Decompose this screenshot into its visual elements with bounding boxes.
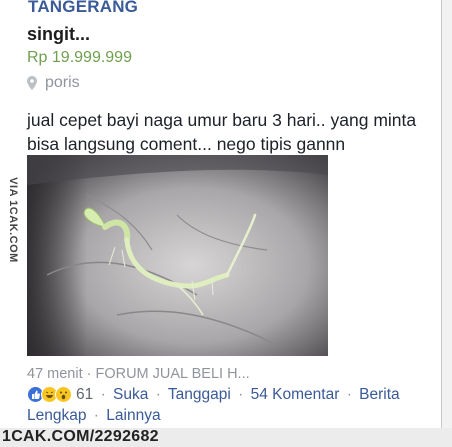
meta-separator: · — [86, 366, 92, 382]
more-link[interactable]: Lainnya — [106, 407, 160, 424]
reaction-count[interactable]: 61 — [76, 386, 93, 403]
post-meta: 47 menit · FORUM JUAL BELI H... — [27, 366, 250, 382]
comments-link[interactable]: 54 Komentar — [251, 386, 340, 403]
action-separator: · — [346, 386, 352, 403]
bottom-watermark-banner: 1CAK.COM/2292682 — [0, 428, 452, 447]
action-separator: · — [238, 386, 244, 403]
location-label: poris — [45, 74, 80, 91]
group-name[interactable]: TANGERANG — [28, 0, 138, 17]
vertical-watermark-text: VIA 1CAK.COM — [7, 177, 19, 263]
action-row: 61 · Suka · Tanggapi · 54 Komentar · Ber… — [27, 384, 437, 426]
listing-title: singit... — [27, 24, 90, 44]
vertical-watermark: VIA 1CAK.COM — [3, 175, 23, 265]
right-edge-divider — [441, 0, 442, 428]
reaction-icons[interactable] — [27, 386, 72, 403]
wow-icon — [55, 386, 72, 403]
post-photo[interactable] — [27, 155, 328, 356]
reply-link[interactable]: Tanggapi — [168, 386, 231, 403]
like-link[interactable]: Suka — [113, 386, 148, 403]
post-text: jual cepet bayi naga umur baru 3 hari.. … — [27, 110, 417, 154]
sprout-photo-icon — [27, 155, 328, 356]
map-pin-icon — [27, 76, 37, 90]
forum-link[interactable]: FORUM JUAL BELI H... — [95, 366, 249, 382]
action-separator: · — [155, 386, 161, 403]
post-time[interactable]: 47 menit — [27, 366, 83, 382]
listing-price: Rp 19.999.999 — [27, 49, 132, 66]
action-separator: · — [100, 386, 106, 403]
listing-location: poris — [27, 74, 80, 92]
bottom-watermark-text: 1CAK.COM/2292682 — [2, 428, 159, 445]
right-edge-background — [442, 0, 452, 428]
action-separator: · — [93, 407, 99, 424]
